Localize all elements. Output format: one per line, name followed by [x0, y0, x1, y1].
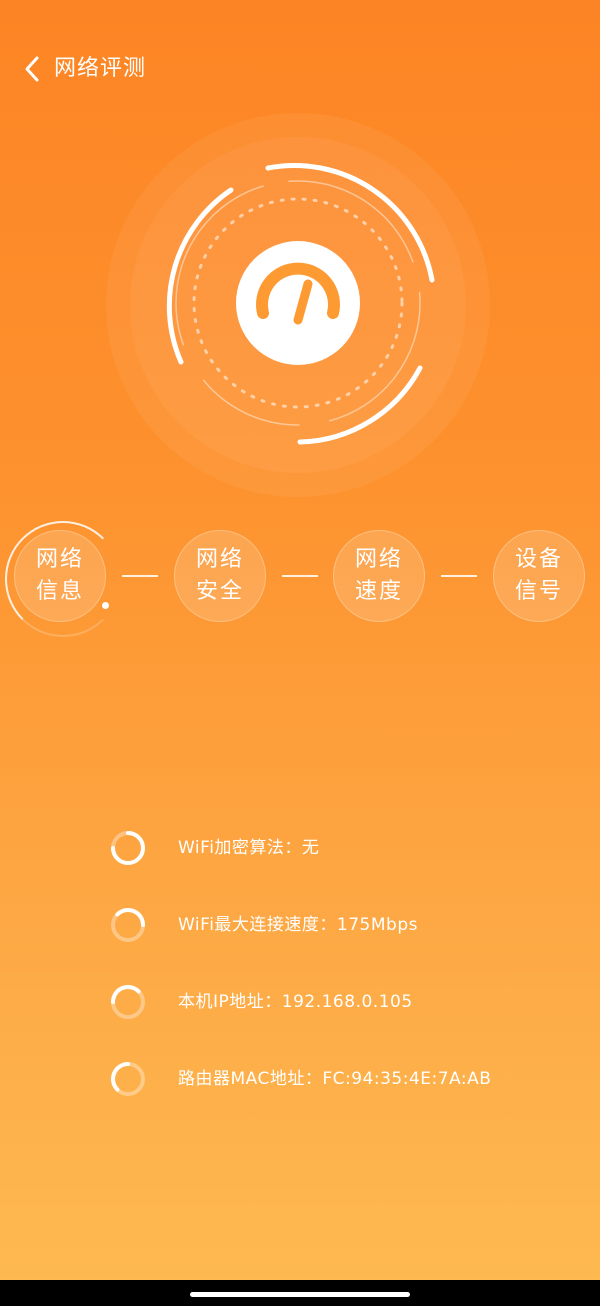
router-mac-text: 路由器MAC地址：FC:94:35:4E:7A:AB [178, 1069, 492, 1089]
step-network-info[interactable]: 网络 信息 [5, 521, 121, 637]
step-device-signal[interactable]: 设备 信号 [493, 530, 585, 622]
local-ip-text: 本机IP地址：192.168.0.105 [178, 992, 413, 1012]
home-indicator[interactable] [190, 1292, 410, 1297]
list-item: 本机IP地址：192.168.0.105 [0, 974, 600, 1030]
wifi-encryption-text: WiFi加密算法：无 [178, 838, 320, 858]
loading-spinner-icon [111, 985, 145, 1019]
loading-spinner-icon [111, 908, 145, 942]
speedometer-disc [236, 241, 360, 365]
step-connector [441, 575, 477, 577]
loading-spinner-icon [111, 831, 145, 865]
loading-spinner-icon [111, 1062, 145, 1096]
list-item: 路由器MAC地址：FC:94:35:4E:7A:AB [0, 1051, 600, 1107]
step-connector [282, 575, 318, 577]
speed-test-graphic [106, 113, 490, 497]
wifi-max-speed-text: WiFi最大连接速度：175Mbps [178, 915, 418, 935]
step-network-security[interactable]: 网络 安全 [174, 530, 266, 622]
list-item: WiFi最大连接速度：175Mbps [0, 897, 600, 953]
progress-dot [102, 602, 109, 609]
step-connector [122, 575, 158, 577]
list-item: WiFi加密算法：无 [0, 820, 600, 876]
step-network-speed[interactable]: 网络 速度 [333, 530, 425, 622]
